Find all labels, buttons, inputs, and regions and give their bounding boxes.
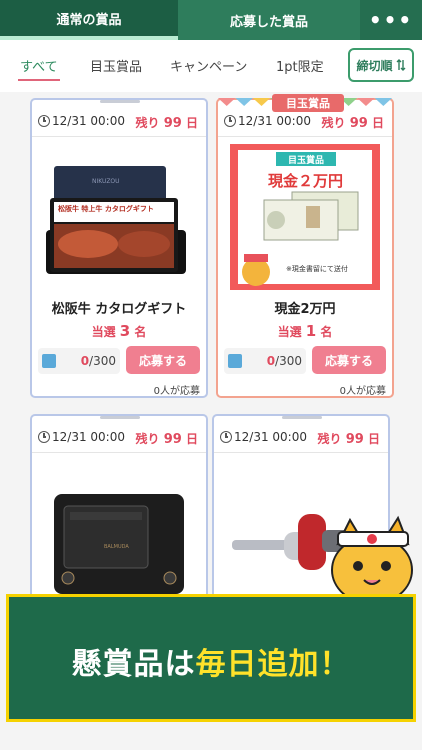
image-caption: 松阪牛 特上牛 カタログギフト	[58, 205, 154, 213]
filter-tab-all[interactable]: すべて	[18, 56, 60, 81]
entry-counter: 0 /300	[224, 348, 306, 374]
deadline: 12/31 00:00	[224, 114, 311, 128]
sort-updown-icon	[396, 59, 405, 71]
deadline: 12/31 00:00	[38, 114, 125, 128]
ticket-icon	[42, 354, 56, 368]
image-badge: 目玉賞品	[276, 152, 336, 166]
prize-card-featured[interactable]: 目玉賞品 12/31 00:00 残り 99 日 目玉賞品 現金２万円 ※現金書…	[216, 94, 394, 398]
filter-tab-campaign[interactable]: キャンペーン	[170, 56, 247, 75]
prize-card[interactable]: 12/31 00:00 残り 99 日 BALMUDA	[30, 414, 208, 614]
card-handle	[100, 100, 140, 103]
image-title: 現金２万円	[268, 172, 344, 190]
clock-icon	[38, 431, 50, 443]
filter-tab-1pt[interactable]: 1pt限定	[276, 56, 324, 75]
filter-bar: すべて 目玉賞品 キャンペーン 1pt限定 締切順	[0, 40, 422, 92]
top-tab-bar: 通常の賞品 応募した賞品 •••	[0, 0, 422, 40]
divider	[218, 136, 392, 137]
card-handle	[100, 416, 140, 419]
prize-card[interactable]: 12/31 00:00 残り 99 日 NIKUZOU 松阪牛 特上牛 カタログ…	[30, 98, 208, 398]
sort-label: 締切順	[356, 58, 393, 73]
prize-title: 現金2万円	[274, 302, 336, 317]
remaining-days: 残り 99 日	[135, 116, 199, 131]
divider	[214, 452, 388, 453]
sort-button[interactable]: 締切順	[348, 48, 414, 82]
prize-title: 松阪牛 カタログギフト	[51, 302, 187, 317]
apply-button[interactable]: 応募する	[312, 346, 386, 374]
divider	[32, 452, 206, 453]
tab-regular-prizes[interactable]: 通常の賞品	[0, 0, 178, 40]
image-brand-text: NIKUZOU	[92, 178, 120, 185]
more-icon: •••	[368, 8, 414, 32]
deadline: 12/31 00:00	[220, 430, 307, 444]
product-image-toaster	[54, 494, 184, 594]
entry-counter: 0 /300	[38, 348, 120, 374]
image-note: ※現金書留にて送付	[286, 265, 348, 273]
tab-applied-prizes[interactable]: 応募した賞品	[178, 0, 360, 40]
featured-badge: 目玉賞品	[272, 94, 344, 112]
bottom-nav	[0, 722, 422, 750]
deadline: 12/31 00:00	[38, 430, 125, 444]
apply-button[interactable]: 応募する	[126, 346, 200, 374]
clock-icon	[224, 115, 236, 127]
applicant-count: 0人が応募	[339, 386, 386, 397]
clock-icon	[220, 431, 232, 443]
divider	[32, 136, 206, 137]
remaining-days: 残り 99 日	[317, 432, 381, 447]
image-brand-text: BALMUDA	[104, 544, 129, 550]
banner-headline: 懸賞品は毎日追加！	[71, 647, 351, 682]
clock-icon	[38, 115, 50, 127]
remaining-days: 残り 99 日	[135, 432, 199, 447]
card-handle	[282, 416, 322, 419]
ticket-icon	[228, 354, 242, 368]
remaining-days: 残り 99 日	[321, 116, 385, 131]
applicant-count: 0人が応募	[153, 386, 200, 397]
filter-tab-featured[interactable]: 目玉賞品	[90, 56, 142, 75]
product-image-beef-gift	[46, 166, 186, 274]
more-menu-button[interactable]: •••	[360, 0, 422, 40]
promo-banner: 懸賞品は毎日追加！	[6, 594, 416, 722]
winner-count: 当選 1 名	[277, 322, 333, 340]
winner-count: 当選 3 名	[91, 322, 147, 340]
